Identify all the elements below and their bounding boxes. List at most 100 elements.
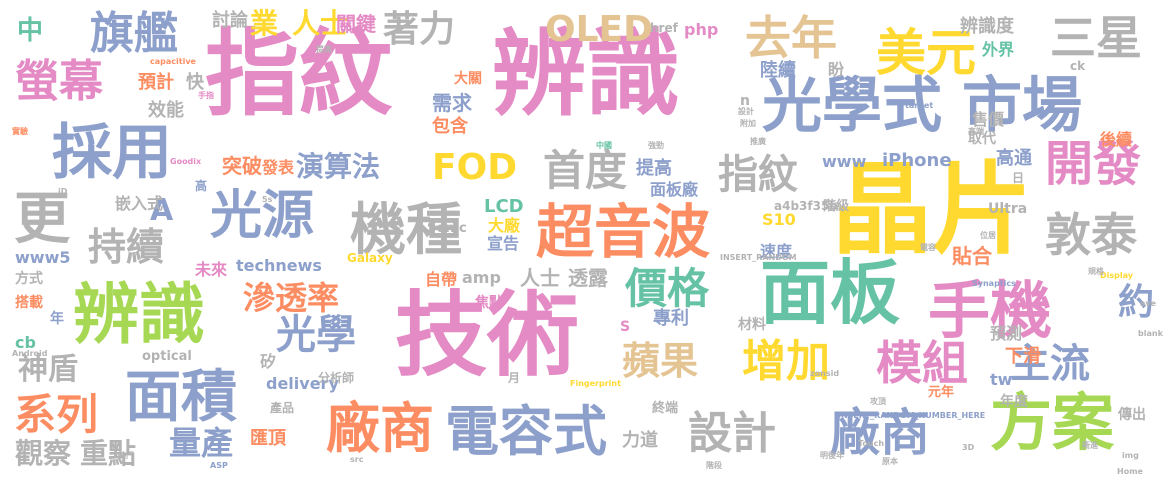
word: ASP bbox=[210, 461, 228, 470]
word: 滲透率 bbox=[243, 279, 340, 317]
word: Touch bbox=[858, 439, 885, 448]
word: 神盾 bbox=[18, 352, 78, 387]
word: 三星 bbox=[1050, 11, 1142, 65]
word: 電容 bbox=[920, 243, 936, 252]
word: 效能 bbox=[148, 100, 184, 121]
word: 匯頂 bbox=[250, 428, 286, 449]
word: 分析師 bbox=[318, 371, 355, 385]
word: 大關 bbox=[454, 71, 482, 87]
word: 材料 bbox=[738, 317, 766, 333]
word: src bbox=[350, 455, 364, 464]
word: 價格 bbox=[625, 264, 710, 313]
word: Galaxy bbox=[347, 251, 393, 265]
word: 位居 bbox=[980, 231, 996, 240]
word: 貼合 bbox=[952, 244, 992, 268]
word: www5 bbox=[15, 248, 71, 267]
word: 關鍵 bbox=[336, 12, 376, 36]
word: 指紋 bbox=[205, 20, 394, 129]
word: zonsid bbox=[810, 369, 840, 378]
word: 年度 bbox=[1000, 394, 1028, 410]
word: Goodix bbox=[170, 157, 202, 166]
word: 業 bbox=[250, 7, 279, 40]
word: 高 bbox=[195, 179, 208, 193]
word: 預計 bbox=[138, 72, 174, 93]
word: 透露 bbox=[568, 266, 608, 290]
word: 規格 bbox=[1088, 267, 1104, 276]
word: tw bbox=[990, 370, 1013, 389]
word: php bbox=[684, 20, 719, 39]
word: img bbox=[1122, 451, 1139, 460]
word: 後續 bbox=[1100, 130, 1133, 149]
word: 元年 bbox=[928, 385, 955, 400]
word: 手指 bbox=[198, 91, 214, 100]
word: 指紋 bbox=[718, 152, 798, 198]
word: href bbox=[650, 21, 678, 35]
word: 大廠 bbox=[488, 216, 521, 235]
word: 售價 bbox=[972, 110, 1005, 129]
word: 發表 bbox=[262, 158, 295, 177]
word: 採用 bbox=[52, 118, 172, 188]
word: 面板 bbox=[760, 252, 900, 334]
word: 附加 bbox=[740, 119, 756, 128]
word: optical bbox=[142, 349, 192, 364]
word: 年 bbox=[50, 311, 64, 327]
word: 演算法 bbox=[296, 150, 381, 183]
word: 觀察 bbox=[15, 437, 72, 470]
word: 嵌入式 bbox=[115, 194, 164, 213]
word: 強勁 bbox=[648, 141, 664, 150]
word: iPhone bbox=[882, 150, 952, 171]
word: 量產 bbox=[169, 424, 234, 462]
word: 3D bbox=[962, 443, 975, 452]
word: 提高 bbox=[636, 158, 672, 179]
word: 力道 bbox=[622, 430, 658, 451]
word: 包含 bbox=[432, 116, 468, 137]
word: a4b3f35b bbox=[774, 199, 838, 213]
word: 月 bbox=[508, 371, 521, 385]
word: 預測 bbox=[990, 324, 1023, 343]
word: 敦泰 bbox=[1045, 208, 1137, 262]
word: 終端 bbox=[652, 401, 679, 416]
word: 持續 bbox=[88, 225, 165, 269]
word: 推廣 bbox=[750, 137, 766, 146]
word: 需求 bbox=[432, 91, 472, 115]
word: 衝進 bbox=[1082, 441, 1098, 450]
word: target bbox=[905, 101, 934, 110]
word: blank bbox=[1138, 329, 1163, 338]
word: 階段 bbox=[706, 461, 722, 470]
word: 辨識度 bbox=[960, 16, 1014, 37]
word: 模組 bbox=[876, 336, 968, 390]
word: FOD bbox=[432, 147, 518, 188]
word: 中 bbox=[17, 16, 44, 46]
word: 提高 bbox=[316, 45, 332, 54]
word: 焦點 bbox=[475, 295, 503, 311]
word: 宣告 bbox=[487, 234, 520, 253]
word: 傳出 bbox=[1118, 407, 1146, 423]
word: Home bbox=[1117, 467, 1143, 476]
word: 5s bbox=[262, 195, 273, 204]
word: 電容式 bbox=[445, 400, 607, 463]
word: S10 bbox=[762, 210, 796, 229]
word: 光學 bbox=[276, 312, 356, 358]
word: Sonic bbox=[427, 221, 467, 236]
word: OLED bbox=[545, 9, 654, 50]
word: 實驗 bbox=[12, 127, 28, 136]
word: 高端 bbox=[968, 127, 984, 136]
word: 專利 bbox=[653, 308, 689, 329]
word: 中國 bbox=[596, 141, 612, 150]
word: www bbox=[822, 152, 867, 171]
word: 人士 bbox=[520, 266, 560, 290]
word: 螢幕 bbox=[15, 56, 103, 107]
word: 面積 bbox=[125, 365, 237, 430]
word: LCD bbox=[484, 196, 524, 217]
word: 明後年 bbox=[820, 451, 844, 460]
word: 未來 bbox=[195, 260, 228, 279]
word: 盼 bbox=[828, 60, 845, 79]
word: 突破 bbox=[222, 154, 262, 178]
word: ave bbox=[1140, 299, 1157, 308]
word: Fingerprint bbox=[570, 379, 621, 388]
word: ck bbox=[1070, 59, 1086, 73]
word: 陸續 bbox=[760, 60, 796, 81]
word: 設計 bbox=[688, 408, 776, 459]
word: 討論 bbox=[212, 10, 248, 31]
word: INSERT_RANDOM_NUMBER_HERE bbox=[838, 411, 986, 420]
